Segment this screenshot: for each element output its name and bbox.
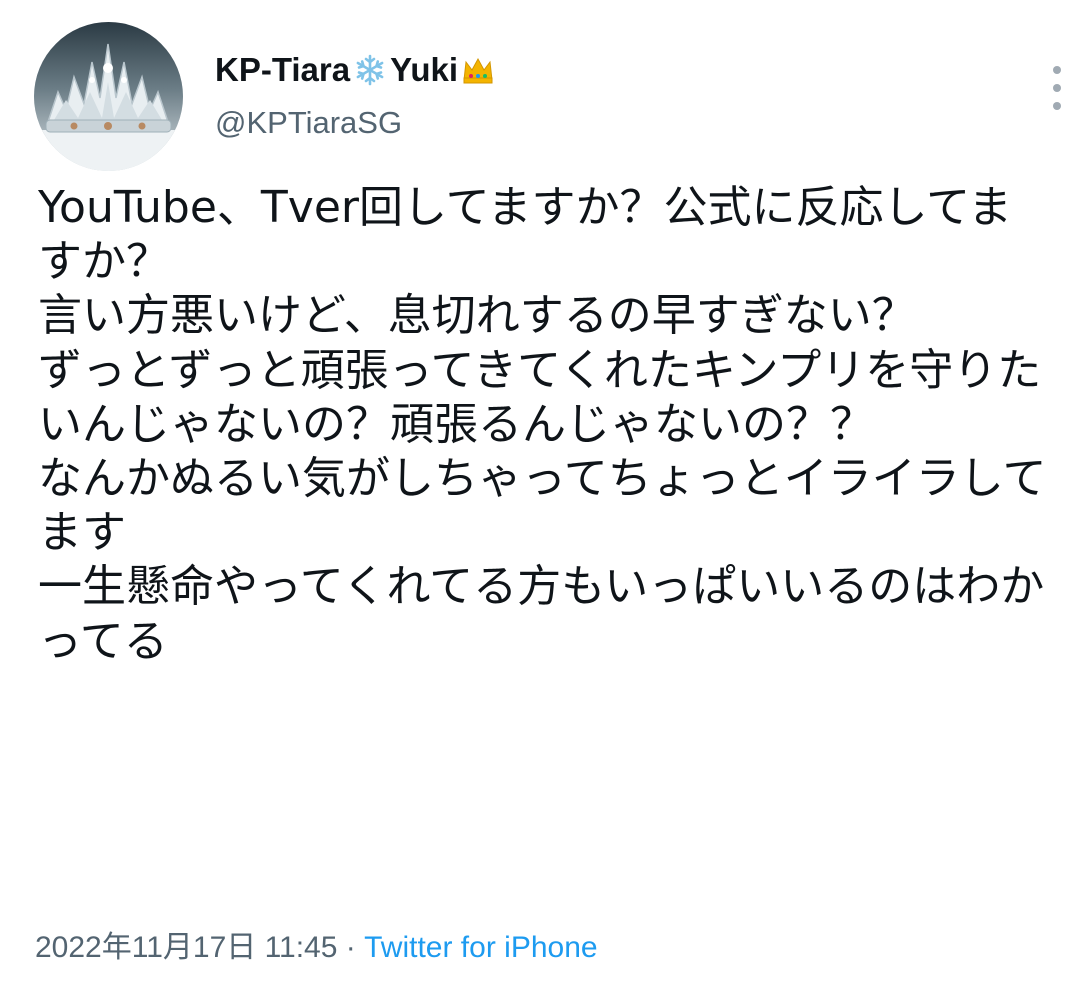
tweet-header: KP-Tiara Yuki @KPTiaraSG xyxy=(34,22,1061,171)
display-name-middle: Yuki xyxy=(390,51,458,88)
avatar[interactable] xyxy=(34,22,183,171)
author-display-name[interactable]: KP-Tiara Yuki xyxy=(215,50,498,90)
tweet-source-link[interactable]: Twitter for iPhone xyxy=(364,931,597,964)
tweet-text: YouTube、Tver回してますか？公式に反応してますか？ 言い方悪いけど、息… xyxy=(38,182,1047,667)
tweet: KP-Tiara Yuki @KPTiaraSG YouTube、Tver回して… xyxy=(0,0,1080,983)
avatar-tiara-image xyxy=(34,22,183,171)
more-options-button[interactable] xyxy=(1037,66,1077,110)
tweet-timestamp[interactable]: 2022年11月17日 11:45 xyxy=(35,931,337,964)
meta-separator: · xyxy=(345,931,356,964)
snowflake-icon xyxy=(352,52,388,88)
display-name-prefix: KP-Tiara xyxy=(215,51,351,88)
crown-icon xyxy=(460,52,496,88)
more-dot-icon xyxy=(1053,102,1061,110)
more-dot-icon xyxy=(1053,84,1061,92)
more-dot-icon xyxy=(1053,66,1061,74)
author-handle[interactable]: @KPTiaraSG xyxy=(215,104,498,142)
author-names: KP-Tiara Yuki @KPTiaraSG xyxy=(215,50,498,142)
tweet-meta: 2022年11月17日 11:45 · Twitter for iPhone xyxy=(35,928,598,968)
